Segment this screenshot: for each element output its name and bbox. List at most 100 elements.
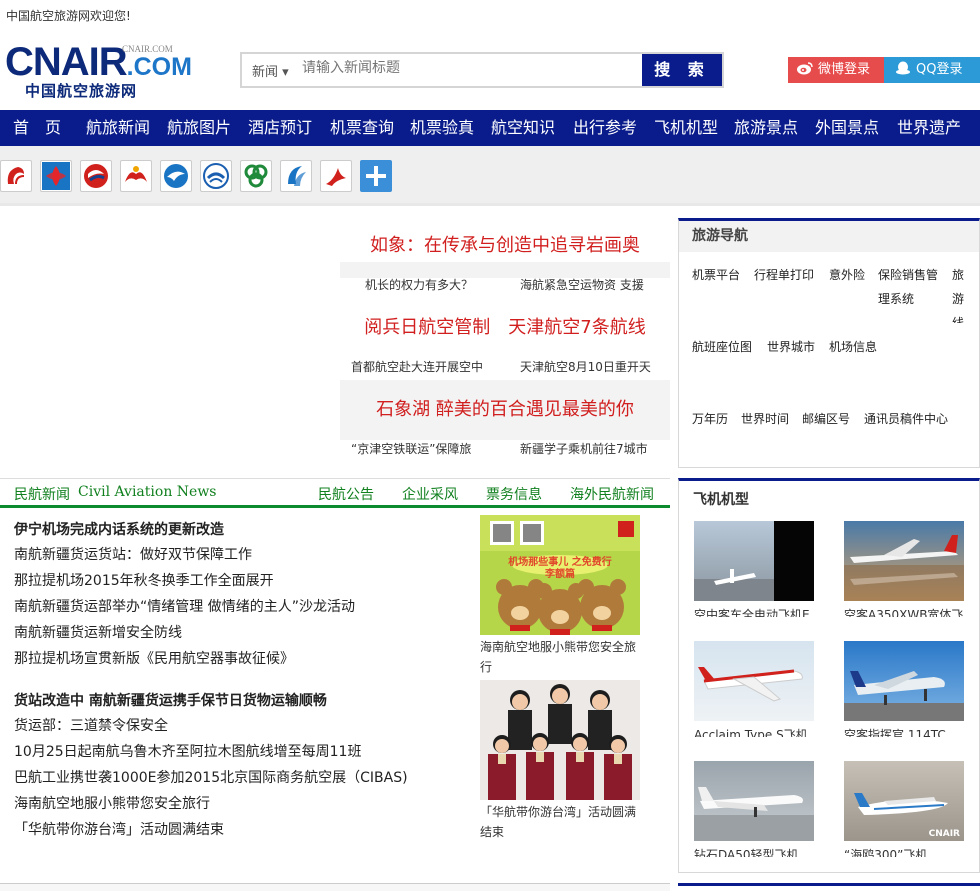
- headline-1[interactable]: 如象：在传承与创造中追寻岩画奥: [340, 231, 670, 257]
- china-southern-logo-icon[interactable]: [40, 160, 72, 192]
- tab-civil-aviation-news-en: Civil Aviation News: [78, 484, 217, 500]
- travel-nav-panel: 旅游导航 机票平台 行程单打印 意外险 保险销售管理系统 旅游线 航班座位图 世…: [678, 218, 980, 468]
- story-link[interactable]: 海南航空地服小熊带您安全旅行: [14, 793, 210, 813]
- aircraft-item[interactable]: CNAIR “海鸥300”飞机: [844, 761, 964, 857]
- nav-aircraft-models[interactable]: 飞机机型: [654, 110, 718, 146]
- spring-airlines-logo-icon[interactable]: [240, 160, 272, 192]
- next-panel-divider: [678, 883, 980, 891]
- aircraft-item[interactable]: 空中客车全电动飞机E: [694, 521, 814, 617]
- shandong-airlines-logo-icon[interactable]: [200, 160, 232, 192]
- bear-poster-image: 机场那些事儿 之免费行李额篇: [480, 515, 640, 635]
- nav-tourist-spots[interactable]: 旅游景点: [734, 110, 798, 146]
- story-link[interactable]: 南航新疆货运部举办“情绪管理 做情绪的主人”沙龙活动: [14, 596, 355, 616]
- tab-ticketing[interactable]: 票务信息: [486, 484, 542, 504]
- next-section-divider: [0, 883, 670, 891]
- story-link[interactable]: 「华航带你游台湾」活动圆满结束: [14, 819, 224, 839]
- aircraft-caption[interactable]: 空客指挥官 114TC: [844, 725, 964, 737]
- link-travel-routes[interactable]: 旅游线: [952, 263, 966, 323]
- link-postcode[interactable]: 邮编区号: [802, 407, 850, 431]
- poster-text: 机场那些事儿 之免费行李额篇: [508, 557, 612, 580]
- link-itinerary-print[interactable]: 行程单打印: [754, 263, 814, 287]
- story-headline[interactable]: 货站改造中 南航新疆货运携手保节日货物运输顺畅: [14, 690, 327, 710]
- aircraft-caption[interactable]: 钻石DA50轻型飞机: [694, 845, 814, 857]
- link-correspondent[interactable]: 通讯员稿件中心: [864, 407, 948, 431]
- nav-travel-photos[interactable]: 航旅图片: [167, 110, 231, 146]
- link-world-cities[interactable]: 世界城市: [767, 335, 815, 359]
- nav-ticket-verify[interactable]: 机票验真: [410, 110, 474, 146]
- nav-hotel-booking[interactable]: 酒店预订: [248, 110, 312, 146]
- aircraft-photo: [844, 641, 964, 721]
- travel-nav-title: 旅游导航: [679, 221, 979, 252]
- nav-world-heritage[interactable]: 世界遗产: [897, 110, 961, 146]
- more-icon[interactable]: [360, 160, 392, 192]
- aircraft-models-panel: 飞机机型 空中客车全电动飞机E 空客A350XWB宽体飞 Acclaim Typ…: [678, 478, 980, 873]
- story-link[interactable]: 那拉提机场宣贯新版《民用航空器事故征候》: [14, 648, 294, 668]
- aircraft-photo: CNAIR: [844, 761, 964, 841]
- search-box: 新闻 ▾ 搜 索: [240, 52, 724, 88]
- headline-3[interactable]: 石象湖 醉美的百合遇见最美的你: [340, 395, 670, 421]
- logo-chinese-text: 中国航空旅游网: [25, 82, 138, 100]
- tab-overseas-news[interactable]: 海外民航新闻: [570, 484, 654, 504]
- nav-ticket-search[interactable]: 机票查询: [330, 110, 394, 146]
- news-photo-bears[interactable]: 机场那些事儿 之免费行李额篇 海南航空地服小熊带您安全旅行: [480, 515, 640, 677]
- nav-foreign-spots[interactable]: 外国景点: [815, 110, 879, 146]
- subheadline-2a[interactable]: 首都航空赴大连开展空中: [351, 358, 501, 375]
- xiamen-airlines-logo-icon[interactable]: [160, 160, 192, 192]
- nav-aviation-knowledge[interactable]: 航空知识: [491, 110, 555, 146]
- logo-small-text: CNAIR.COM: [122, 44, 173, 54]
- photo-watermark: CNAIR: [928, 829, 960, 839]
- photo-caption[interactable]: 海南航空地服小熊带您安全旅行: [480, 637, 640, 677]
- story-link[interactable]: 那拉提机场2015年秋冬换季工作全面展开: [14, 570, 274, 590]
- headline-2[interactable]: 阅兵日航空管制 天津航空7条航线: [340, 313, 670, 339]
- weibo-login-button[interactable]: 微博登录: [788, 57, 884, 83]
- weibo-icon: [796, 59, 814, 75]
- search-input[interactable]: [302, 60, 632, 76]
- aircraft-caption[interactable]: “海鸥300”飞机: [844, 845, 964, 857]
- main-nav: 首 页 航旅新闻 航旅图片 酒店预订 机票查询 机票验真 航空知识 出行参考 飞…: [0, 110, 980, 146]
- nav-travel-news[interactable]: 航旅新闻: [86, 110, 150, 146]
- aircraft-item[interactable]: 钻石DA50轻型飞机: [694, 761, 814, 857]
- tab-civil-aviation-news[interactable]: 民航新闻: [14, 484, 70, 504]
- sichuan-airlines-logo-icon[interactable]: [280, 160, 312, 192]
- tab-enterprise[interactable]: 企业采风: [402, 484, 458, 504]
- link-insurance-system[interactable]: 保险销售管理系统: [878, 263, 946, 311]
- link-world-time[interactable]: 世界时间: [741, 407, 789, 431]
- story-link[interactable]: 南航新疆货运新增安全防线: [14, 622, 182, 642]
- story-link[interactable]: 货运部：三道禁令保安全: [14, 715, 168, 735]
- news-photo-crew[interactable]: 「华航带你游台湾」活动圆满结束: [480, 680, 640, 842]
- tab-announcements[interactable]: 民航公告: [318, 484, 374, 504]
- story-link[interactable]: 10月25日起南航乌鲁木齐至阿拉木图航线增至每周11班: [14, 741, 361, 761]
- hainan-airlines-logo-icon[interactable]: [120, 160, 152, 192]
- aircraft-models-title: 飞机机型: [693, 492, 749, 508]
- news-tab-bar: 民航新闻 Civil Aviation News 民航公告 企业采风 票务信息 …: [0, 478, 670, 508]
- aircraft-item[interactable]: Acclaim Type S飞机: [694, 641, 814, 737]
- subheadline-2b[interactable]: 天津航空8月10日重开天: [520, 358, 660, 375]
- subheadline-3a[interactable]: “京津空铁联运”保障旅: [351, 440, 501, 457]
- story-link[interactable]: 南航新疆货运货站：做好双节保障工作: [14, 544, 252, 564]
- aircraft-item[interactable]: 空客指挥官 114TC: [844, 641, 964, 737]
- air-china-logo-icon[interactable]: [0, 160, 32, 192]
- aircraft-caption[interactable]: Acclaim Type S飞机: [694, 725, 814, 737]
- link-ticket-platform[interactable]: 机票平台: [692, 263, 740, 287]
- aircraft-caption[interactable]: 空中客车全电动飞机E: [694, 605, 814, 617]
- shenzhen-airlines-logo-icon[interactable]: [320, 160, 352, 192]
- photo-caption[interactable]: 「华航带你游台湾」活动圆满结束: [480, 802, 640, 842]
- aircraft-item[interactable]: 空客A350XWB宽体飞: [844, 521, 964, 617]
- link-airport-info[interactable]: 机场信息: [829, 335, 877, 359]
- link-calendar[interactable]: 万年历: [692, 407, 728, 431]
- nav-home[interactable]: 首 页: [13, 110, 61, 146]
- china-eastern-logo-icon[interactable]: [80, 160, 112, 192]
- aircraft-caption[interactable]: 空客A350XWB宽体飞: [844, 605, 964, 617]
- subheadline-1a[interactable]: 机长的权力有多大？: [365, 276, 515, 293]
- subheadline-1b[interactable]: 海航紧急空运物资 支援: [520, 276, 660, 293]
- story-link[interactable]: 巴航工业携世袭1000E参加2015北京国际商务航空展（CIBAS): [14, 767, 408, 787]
- link-accident-insurance[interactable]: 意外险: [829, 263, 865, 287]
- story-headline[interactable]: 伊宁机场完成内话系统的更新改造: [14, 519, 224, 539]
- subheadline-3b[interactable]: 新疆学子乘机前往7城市: [520, 440, 660, 457]
- search-category-select[interactable]: 新闻 ▾: [252, 61, 289, 80]
- site-logo[interactable]: CNAIR.COM CNAIR.COM 中国航空旅游网: [5, 42, 192, 100]
- nav-travel-reference[interactable]: 出行参考: [573, 110, 637, 146]
- search-button[interactable]: 搜 索: [642, 54, 722, 86]
- qq-login-button[interactable]: QQ登录: [884, 57, 980, 83]
- link-seat-map[interactable]: 航班座位图: [692, 335, 752, 359]
